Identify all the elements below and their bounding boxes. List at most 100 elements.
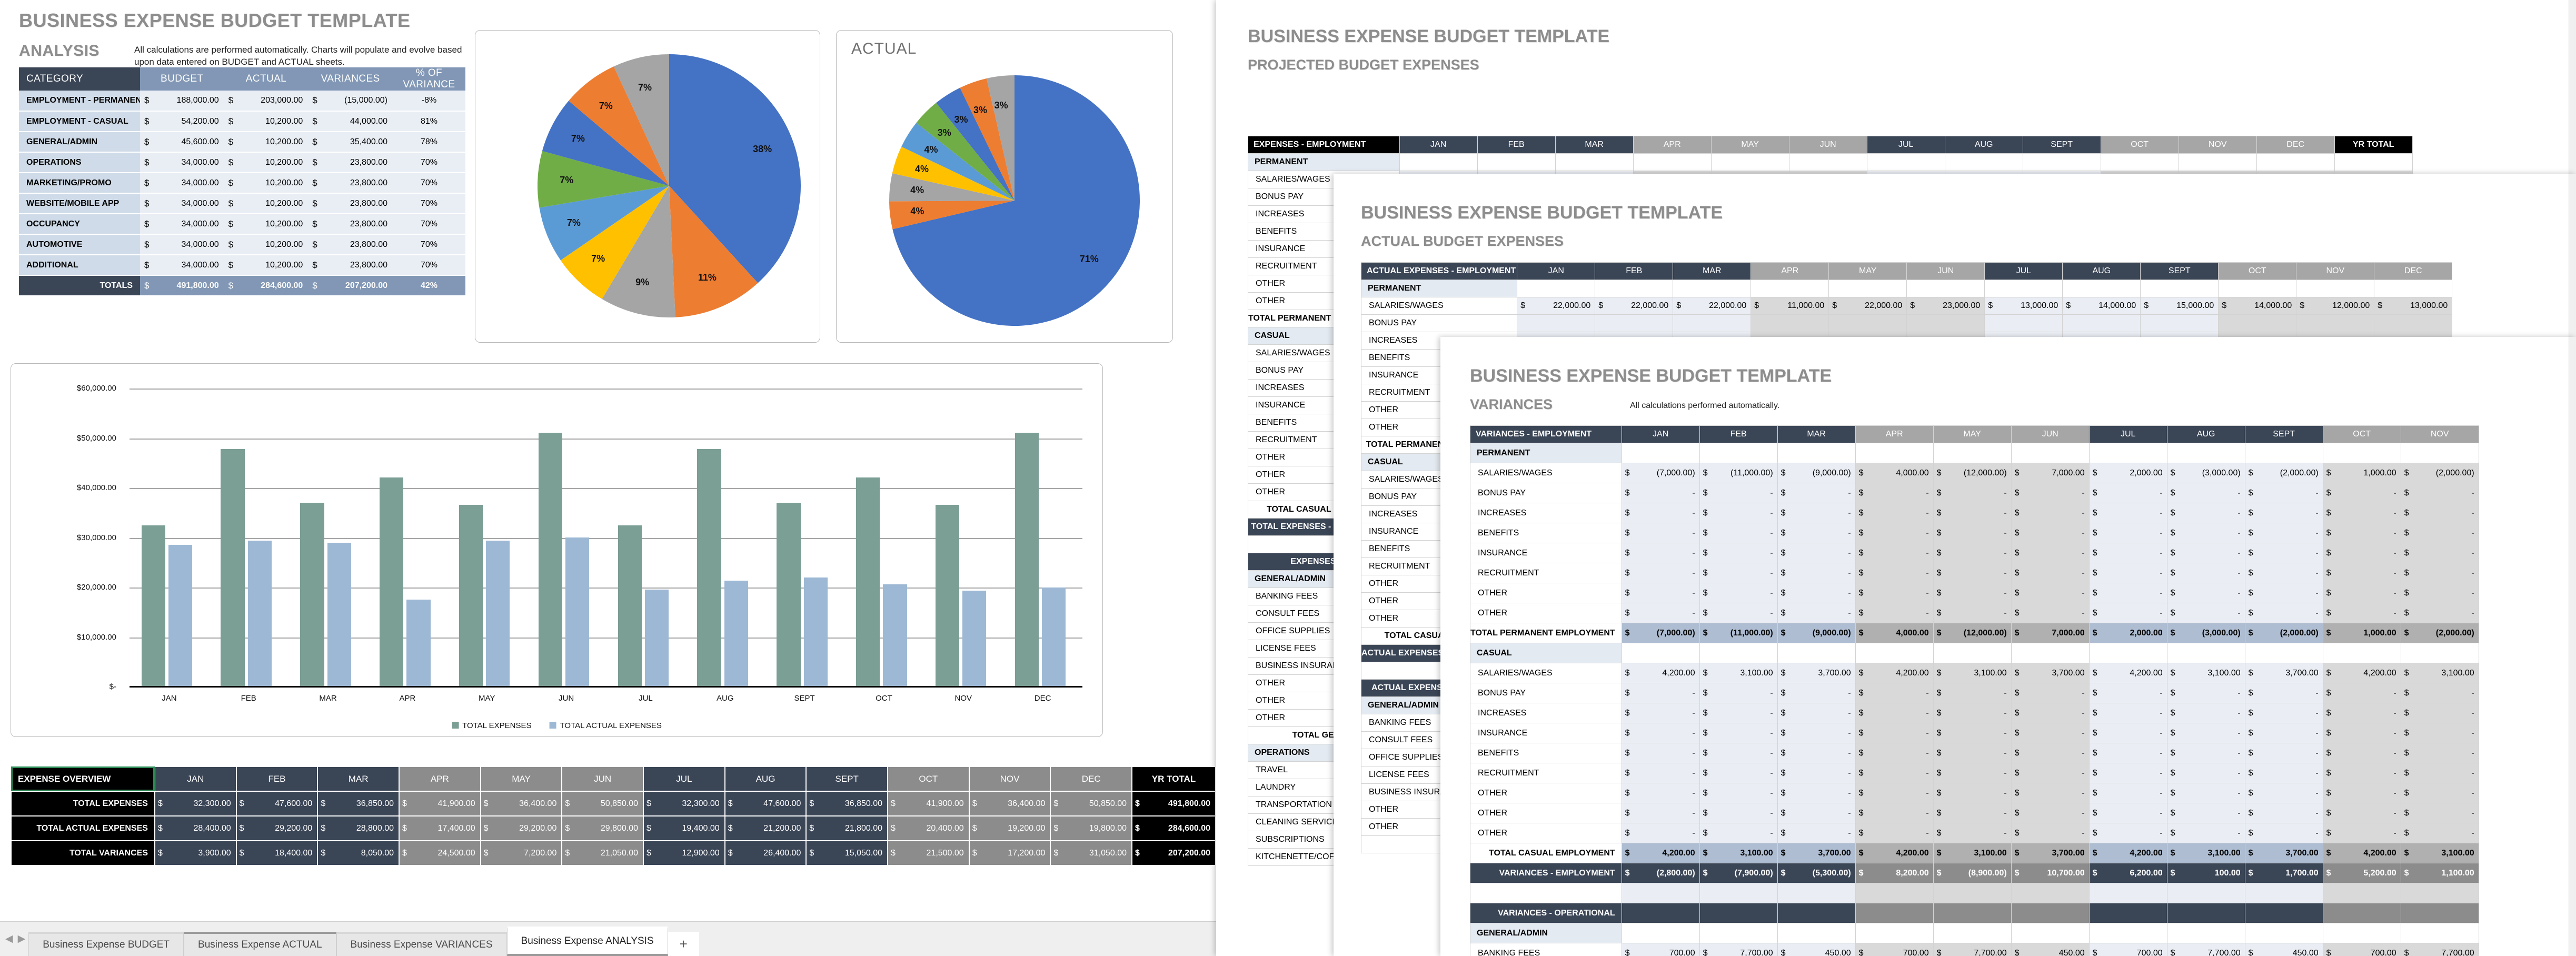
grid-cell[interactable]: $6,200.00 [2088, 863, 2167, 883]
grid-cell[interactable]: $ - [2400, 503, 2479, 523]
grid-cell[interactable]: $ - [1777, 523, 1856, 543]
grid-cell[interactable] [2140, 280, 2219, 297]
grid-cell[interactable] [1984, 280, 2063, 297]
grid-cell[interactable]: $ - [1855, 763, 1934, 783]
grid-cell[interactable]: $3,100.00 [1699, 663, 1778, 683]
grid-cell[interactable]: $5,200.00 [2322, 863, 2401, 883]
grid-cell[interactable]: $ (9,000.00) [1777, 623, 1856, 643]
grid-cell[interactable] [1933, 903, 2012, 923]
grid-cell[interactable]: $ - [2322, 603, 2401, 623]
grid-cell[interactable]: $ - [1855, 703, 1934, 723]
grid-cell[interactable]: $ - [1933, 803, 2012, 823]
grid-cell[interactable]: $ (8,900.00) [1933, 863, 2012, 883]
grid-cell[interactable] [1399, 153, 1478, 171]
sheet-next-icon[interactable]: ▶ [18, 933, 26, 945]
grid-cell[interactable]: $450.00 [2011, 943, 2090, 956]
grid-cell[interactable]: $ (2,000.00) [2244, 463, 2323, 483]
grid-cell[interactable]: $ - [1777, 563, 1856, 583]
grid-cell[interactable] [1621, 643, 1700, 663]
grid-cell[interactable]: $ - [2400, 763, 2479, 783]
grid-cell[interactable]: $3,700.00 [2011, 663, 2090, 683]
grid-cell[interactable] [2011, 923, 2090, 943]
grid-cell[interactable]: $ - [1699, 563, 1778, 583]
grid-cell[interactable]: $ - [1699, 483, 1778, 503]
grid-cell[interactable]: $ (7,000.00) [1621, 463, 1700, 483]
grid-cell[interactable] [1517, 314, 1596, 332]
grid-cell[interactable]: $ - [1777, 823, 1856, 843]
grid-cell[interactable] [2244, 443, 2323, 463]
grid-cell[interactable]: $ - [1777, 783, 1856, 803]
grid-cell[interactable]: $ - [2244, 523, 2323, 543]
grid-cell[interactable]: $ - [2244, 723, 2323, 743]
grid-cell[interactable]: $ - [1621, 503, 1700, 523]
grid-cell[interactable]: $ - [2011, 703, 2090, 723]
grid-cell[interactable] [1699, 643, 1778, 663]
sheet-tab-1[interactable]: Business Expense ACTUAL [184, 932, 336, 956]
grid-cell[interactable] [2296, 314, 2375, 332]
grid-cell[interactable]: $ - [2088, 703, 2167, 723]
grid-cell[interactable]: $ - [2088, 603, 2167, 623]
grid-cell[interactable]: $ - [2088, 803, 2167, 823]
grid-cell[interactable]: $ - [2400, 803, 2479, 823]
grid-cell[interactable]: $ - [2166, 743, 2245, 763]
grid-cell[interactable]: $ - [1933, 603, 2012, 623]
grid-cell[interactable]: $ (2,000.00) [2244, 623, 2323, 643]
grid-cell[interactable] [2244, 903, 2323, 923]
grid-cell[interactable]: $ - [2322, 583, 2401, 603]
grid-cell[interactable]: $ - [1855, 723, 1934, 743]
grid-cell[interactable] [2166, 443, 2245, 463]
grid-cell[interactable] [2178, 153, 2257, 171]
grid-cell[interactable] [2088, 923, 2167, 943]
grid-cell[interactable] [1788, 153, 1867, 171]
grid-cell[interactable]: $ (3,000.00) [2166, 623, 2245, 643]
grid-cell[interactable] [1855, 643, 1934, 663]
grid-cell[interactable] [1866, 153, 1945, 171]
grid-cell[interactable]: $ - [2088, 583, 2167, 603]
grid-cell[interactable]: $ - [1699, 803, 1778, 823]
grid-cell[interactable]: $ - [2011, 543, 2090, 563]
grid-cell[interactable] [2334, 153, 2413, 171]
grid-cell[interactable] [2374, 280, 2453, 297]
grid-cell[interactable]: $ - [2088, 763, 2167, 783]
grid-cell[interactable]: $ - [2244, 483, 2323, 503]
grid-cell[interactable]: $ - [2166, 583, 2245, 603]
grid-cell[interactable]: $700.00 [2088, 943, 2167, 956]
grid-cell[interactable]: $ - [1933, 683, 2012, 703]
grid-cell[interactable]: $3,700.00 [1777, 843, 1856, 863]
grid-cell[interactable]: $ - [2166, 803, 2245, 823]
grid-cell[interactable]: $ - [2166, 763, 2245, 783]
grid-cell[interactable]: $700.00 [1855, 943, 1934, 956]
grid-cell[interactable]: $ - [2322, 543, 2401, 563]
grid-cell[interactable] [1906, 280, 1985, 297]
grid-cell[interactable] [1621, 903, 1700, 923]
variances-window[interactable]: BUSINESS EXPENSE BUDGET TEMPLATE VARIANC… [1440, 337, 2576, 956]
add-sheet-button[interactable]: + [668, 932, 699, 956]
grid-cell[interactable]: $ - [1855, 523, 1934, 543]
grid-cell[interactable] [1621, 443, 1700, 463]
grid-cell[interactable]: $1,000.00 [2322, 623, 2401, 643]
grid-cell[interactable]: $ - [2322, 563, 2401, 583]
grid-cell[interactable]: $ (7,000.00) [1621, 623, 1700, 643]
grid-cell[interactable]: $ - [2400, 543, 2479, 563]
grid-cell[interactable] [2400, 903, 2479, 923]
grid-cell[interactable]: $ - [1621, 523, 1700, 543]
grid-cell[interactable]: $ - [1933, 743, 2012, 763]
grid-cell[interactable]: $ - [2400, 703, 2479, 723]
grid-cell[interactable]: $ - [2088, 723, 2167, 743]
grid-cell[interactable]: $ - [2400, 723, 2479, 743]
grid-cell[interactable]: $ - [2400, 783, 2479, 803]
grid-cell[interactable] [2218, 314, 2297, 332]
grid-cell[interactable] [2296, 280, 2375, 297]
grid-cell[interactable] [1621, 883, 1700, 903]
grid-cell[interactable] [2011, 903, 2090, 923]
grid-cell[interactable] [1751, 314, 1829, 332]
grid-cell[interactable]: $ - [1699, 543, 1778, 563]
grid-cell[interactable]: $3,100.00 [2166, 663, 2245, 683]
grid-cell[interactable]: $ (12,000.00) [1933, 463, 2012, 483]
grid-cell[interactable]: $ - [2400, 683, 2479, 703]
grid-cell[interactable]: $10,700.00 [2011, 863, 2090, 883]
grid-cell[interactable]: $ - [1699, 723, 1778, 743]
grid-cell[interactable]: $4,200.00 [2088, 663, 2167, 683]
grid-cell[interactable]: $ (2,000.00) [2400, 623, 2479, 643]
grid-cell[interactable]: $ - [2166, 603, 2245, 623]
